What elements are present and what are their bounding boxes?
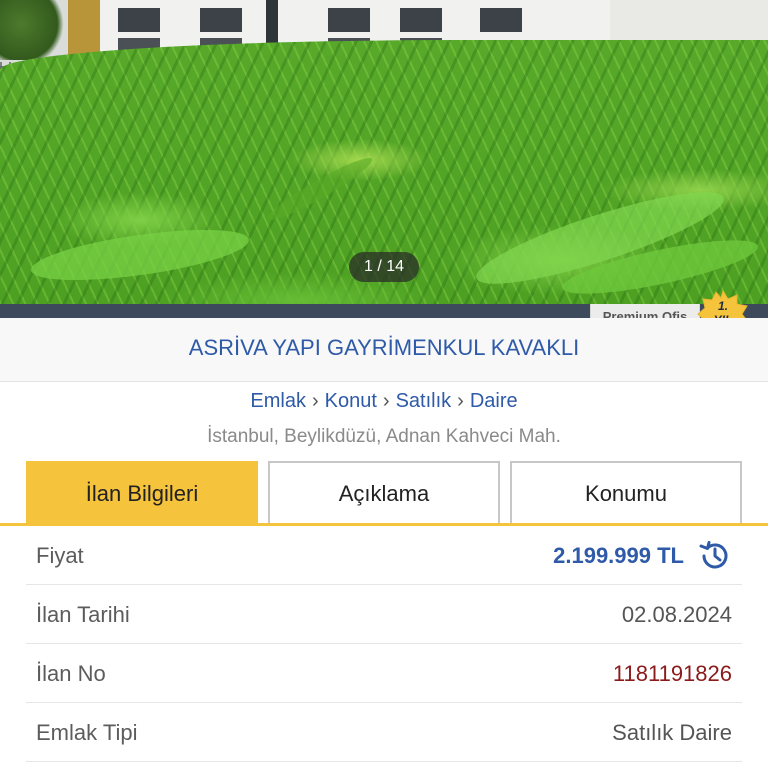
tab-aciklama[interactable]: Açıklama <box>268 461 500 525</box>
breadcrumb-item-konut[interactable]: Konut <box>325 390 377 412</box>
listing-info-table: Fiyat 2.199.999 TL İlan Tarihi 02.08.202… <box>26 526 742 762</box>
date-value: 02.08.2024 <box>621 602 732 627</box>
listing-tabs: İlan Bilgileri Açıklama Konumu <box>26 461 742 525</box>
type-label: Emlak Tipi <box>36 720 138 745</box>
ad-no-value: 1181191826 <box>612 661 732 686</box>
tab-ilan-bilgileri[interactable]: İlan Bilgileri <box>26 461 258 525</box>
info-row-ad-no: İlan No 1181191826 <box>26 644 742 703</box>
office-header: ASRİVA YAPI GAYRİMENKUL KAVAKLI <box>0 318 768 382</box>
history-icon[interactable] <box>698 539 732 573</box>
info-row-price: Fiyat 2.199.999 TL <box>26 526 742 585</box>
price-value: 2.199.999 TL <box>553 543 684 568</box>
listing-photo[interactable]: 1 / 14 <box>0 0 768 304</box>
breadcrumb: Emlak › Konut › Satılık › Daire <box>0 390 768 413</box>
info-row-date: İlan Tarihi 02.08.2024 <box>26 585 742 644</box>
breadcrumb-item-satilik[interactable]: Satılık <box>396 390 452 412</box>
listing-location: İstanbul, Beylikdüzü, Adnan Kahveci Mah. <box>207 426 561 447</box>
breadcrumb-separator: › <box>311 390 319 412</box>
breadcrumb-item-emlak[interactable]: Emlak <box>250 390 306 412</box>
office-name-link[interactable]: ASRİVA YAPI GAYRİMENKUL KAVAKLI <box>0 318 768 378</box>
breadcrumb-separator: › <box>382 390 390 412</box>
photo-building-right <box>610 0 768 45</box>
info-row-type: Emlak Tipi Satılık Daire <box>26 703 742 762</box>
price-label: Fiyat <box>36 543 84 568</box>
date-label: İlan Tarihi <box>36 602 130 627</box>
photo-tree <box>0 0 70 60</box>
photo-counter: 1 / 14 <box>349 252 419 282</box>
breadcrumb-item-daire[interactable]: Daire <box>470 390 518 412</box>
tab-konumu[interactable]: Konumu <box>510 461 742 525</box>
ad-no-label: İlan No <box>36 661 106 686</box>
type-value: Satılık Daire <box>612 720 732 745</box>
breadcrumb-separator: › <box>457 390 464 412</box>
